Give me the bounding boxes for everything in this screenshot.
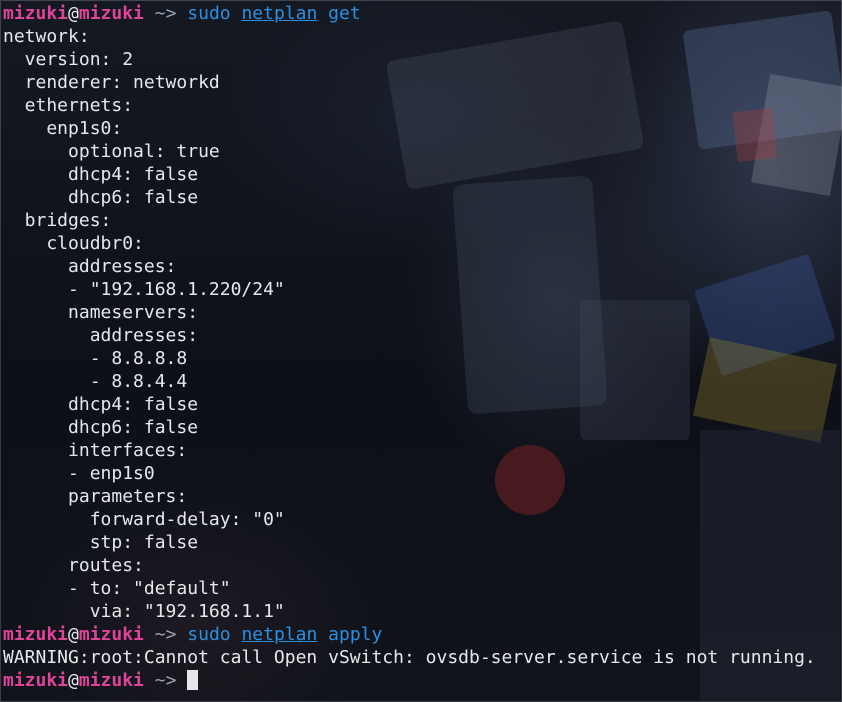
prompt-user: mizuki [3, 624, 69, 645]
output-line: version: 2 [3, 49, 134, 70]
output-line: network: [3, 26, 90, 47]
output-line: via: "192.168.1.1" [3, 601, 285, 622]
prompt-path: ~> [143, 624, 188, 645]
prompt-user: mizuki [3, 670, 69, 691]
output-line: renderer: networkd [3, 72, 220, 93]
prompt-user: mizuki [3, 3, 69, 24]
output-line: - "192.168.1.220/24" [3, 279, 285, 300]
output-line: parameters: [3, 486, 188, 507]
output-line: - to: "default" [3, 578, 231, 599]
prompt-host: mizuki [78, 3, 144, 24]
prompt-line: mizuki@mizuki ~> sudo netplan get [3, 2, 842, 25]
prompt-path: ~> [143, 670, 188, 691]
prompt-at: @ [68, 670, 79, 691]
output-line: interfaces: [3, 440, 188, 461]
output-line: cloudbr0: [3, 233, 144, 254]
command-sudo: sudo [187, 3, 242, 24]
command-sudo: sudo [187, 624, 242, 645]
output-line: forward-delay: "0" [3, 509, 285, 530]
output-line: enp1s0: [3, 118, 123, 139]
prompt-path: ~> [143, 3, 188, 24]
terminal-output: mizuki@mizuki ~> sudo netplan get networ… [3, 2, 842, 692]
prompt-line-active[interactable]: mizuki@mizuki ~> [3, 669, 842, 692]
output-line: ethernets: [3, 95, 134, 116]
output-line: stp: false [3, 532, 199, 553]
warning-line: WARNING:root:Cannot call Open vSwitch: o… [3, 647, 816, 668]
command-netplan: netplan [241, 3, 318, 24]
output-line: optional: true [3, 141, 220, 162]
command-netplan: netplan [241, 624, 318, 645]
prompt-host: mizuki [78, 624, 144, 645]
output-line: - 8.8.4.4 [3, 371, 188, 392]
output-line: addresses: [3, 256, 177, 277]
prompt-at: @ [68, 624, 79, 645]
output-line: routes: [3, 555, 144, 576]
output-line: dhcp4: false [3, 394, 199, 415]
output-line: addresses: [3, 325, 199, 346]
output-line: - enp1s0 [3, 463, 155, 484]
prompt-line: mizuki@mizuki ~> sudo netplan apply [3, 623, 842, 646]
prompt-host: mizuki [78, 670, 144, 691]
terminal-window[interactable]: mizuki@mizuki ~> sudo netplan get networ… [0, 0, 842, 702]
command-subcommand: get [317, 3, 361, 24]
output-line: nameservers: [3, 302, 199, 323]
output-line: bridges: [3, 210, 112, 231]
command-subcommand: apply [317, 624, 383, 645]
output-line: dhcp4: false [3, 164, 199, 185]
command-output: network: version: 2 renderer: networkd e… [3, 25, 842, 623]
prompt-at: @ [68, 3, 79, 24]
output-line: - 8.8.8.8 [3, 348, 188, 369]
output-line: dhcp6: false [3, 187, 199, 208]
text-cursor[interactable] [187, 670, 199, 690]
output-line: dhcp6: false [3, 417, 199, 438]
